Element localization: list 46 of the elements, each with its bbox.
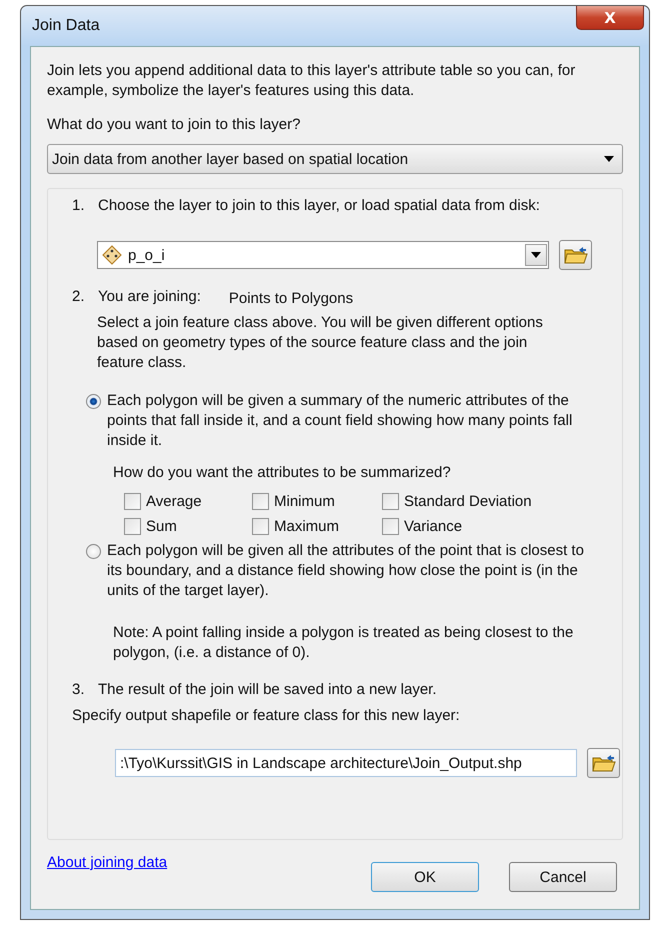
cancel-button[interactable]: Cancel	[509, 862, 617, 892]
checkbox[interactable]	[382, 518, 399, 535]
summary-question: How do you want the attributes to be summarized?	[112, 463, 452, 483]
step-label: You are joining:	[98, 288, 201, 307]
caret-icon	[531, 252, 541, 258]
step-number: 1.	[72, 197, 86, 214]
point-layer-icon	[102, 245, 122, 265]
step-number: 2.	[72, 288, 86, 307]
close-button[interactable]: X	[576, 6, 644, 30]
layer-name: p_o_i	[128, 246, 165, 264]
checkbox[interactable]	[124, 493, 141, 510]
output-label: Specify output shapefile or feature class for this new layer:	[72, 706, 461, 726]
note-text: Note: A point falling inside a polygon is treated as being closest to the polygon, (i.e. a distance of 0).	[112, 623, 574, 663]
checkbox-label: Standard Deviation	[404, 493, 532, 510]
ok-button[interactable]: OK	[371, 862, 479, 892]
caret-icon	[604, 156, 614, 162]
joining-type: Points to Polygons	[228, 290, 354, 307]
checkbox-label: Variance	[404, 518, 462, 535]
checkbox-label: Minimum	[274, 493, 335, 510]
checkbox[interactable]	[252, 493, 269, 510]
browse-button[interactable]	[587, 748, 620, 778]
radio-button[interactable]	[86, 544, 101, 559]
checkbox-label: Sum	[146, 518, 177, 535]
checkbox[interactable]	[124, 518, 141, 535]
checkbox[interactable]	[382, 493, 399, 510]
checkbox[interactable]	[252, 518, 269, 535]
question-text: What do you want to join to this layer?	[47, 115, 302, 135]
help-link[interactable]: About joining data	[47, 854, 168, 871]
join-type-dropdown[interactable]: Join data from another layer based on spatial location	[47, 144, 623, 174]
output-path-field[interactable]: :\Tyo\Kurssit\GIS in Landscape architecture\Join_Output.shp	[115, 749, 577, 777]
folder-icon	[564, 245, 588, 265]
option-text: Each polygon will be given all the attributes of the point that is closest to its boundary, and a distance field showing how close the point is (in the units of the target layer).	[107, 541, 585, 601]
description-text: Select a join feature class above. You will be given different options based on geometry types of the source feature class and the join feature class.	[97, 313, 544, 373]
checkbox-label: Average	[146, 493, 202, 510]
window-title: Join Data	[32, 17, 100, 35]
step-label: Choose the layer to join to this layer, or load spatial data from disk:	[98, 197, 540, 214]
step-label: The result of the join will be saved into a new layer.	[98, 681, 437, 698]
option-text: Each polygon will be given a summary of the numeric attributes of the points that fall inside it, and a count field showing how many points fall inside it.	[107, 391, 574, 451]
intro-text: Join lets you append additional data to this layer's attribute table so you can, for example, symbolize the layer's features using this data.	[47, 61, 576, 101]
radio-button[interactable]	[86, 394, 101, 409]
step-number: 3.	[72, 681, 86, 698]
folder-icon	[592, 753, 616, 773]
dropdown-button[interactable]	[525, 244, 547, 266]
layer-combo[interactable]: p_o_i	[97, 241, 549, 269]
browse-button[interactable]	[559, 240, 592, 270]
checkbox-label: Maximum	[274, 518, 340, 535]
